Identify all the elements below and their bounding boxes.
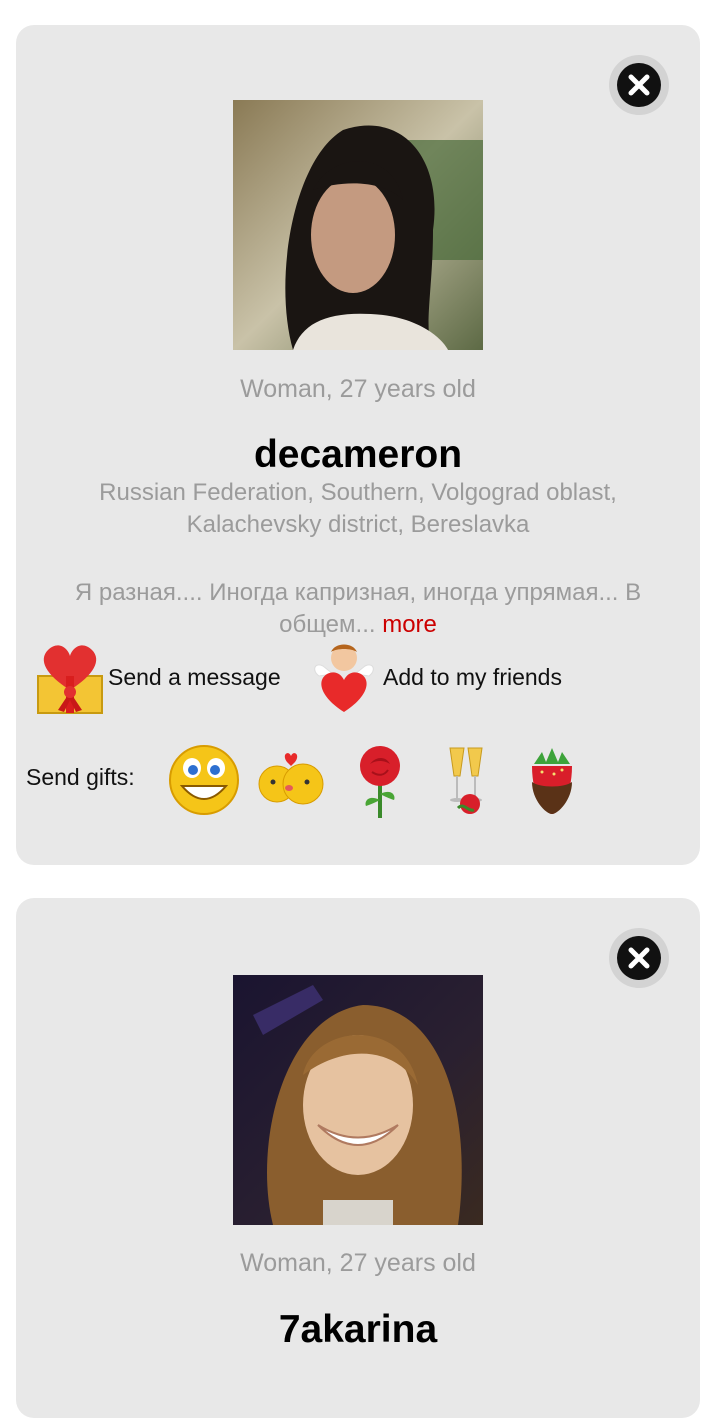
profile-photo[interactable] — [233, 975, 483, 1225]
more-link[interactable]: more — [382, 611, 437, 638]
profile-meta: Woman, 27 years old — [240, 375, 476, 403]
profile-actions: Send a message Add to my friends — [36, 640, 686, 715]
profile-meta: Woman, 27 years old — [240, 1249, 476, 1277]
kiss-gift-icon[interactable] — [251, 742, 327, 818]
close-icon — [617, 936, 661, 980]
strawberry-gift-icon[interactable] — [514, 742, 590, 818]
profile-about: Я разная.... Иногда капризная, иногда уп… — [30, 577, 686, 641]
smiley-gift-icon[interactable] — [166, 742, 242, 818]
profile-card: Woman, 27 years old decameron Russian Fe… — [16, 25, 700, 865]
profile-location: Russian Federation, Southern, Volgograd … — [99, 479, 617, 538]
champagne-gift-icon[interactable] — [428, 742, 504, 818]
close-icon — [617, 63, 661, 107]
send-gifts-row: Send gifts: — [26, 740, 686, 820]
send-message-label: Send a message — [108, 664, 281, 690]
add-friend-button[interactable]: Add to my friends — [311, 640, 562, 715]
gift-box-heart-icon — [37, 645, 103, 714]
cupid-heart-icon — [314, 644, 374, 712]
profile-username[interactable]: decameron — [16, 433, 700, 477]
close-button[interactable] — [609, 928, 669, 988]
add-friend-label: Add to my friends — [383, 664, 562, 690]
rose-gift-icon[interactable] — [342, 742, 418, 818]
close-button[interactable] — [609, 55, 669, 115]
profile-photo[interactable] — [233, 100, 483, 350]
about-text: Я разная.... Иногда капризная, иногда уп… — [74, 579, 642, 638]
send-message-button[interactable]: Send a message — [36, 640, 281, 715]
profile-username[interactable]: 7akarina — [16, 1308, 700, 1352]
profile-card: Woman, 27 years old 7akarina — [16, 898, 700, 1418]
send-gifts-label: Send gifts: — [26, 764, 135, 790]
